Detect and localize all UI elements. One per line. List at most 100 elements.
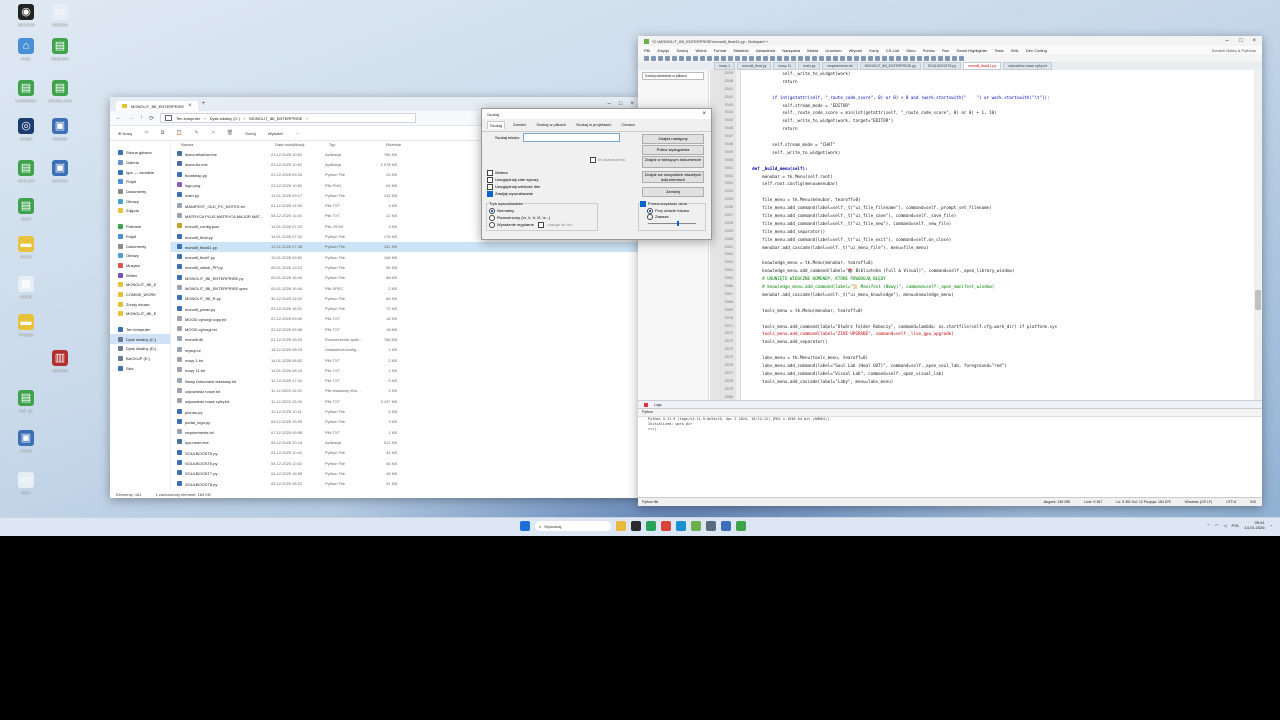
browser-icon[interactable] bbox=[646, 521, 656, 531]
search-mode-option[interactable]: Normalny bbox=[489, 208, 514, 214]
npp-menu-item[interactable]: Format bbox=[714, 48, 727, 53]
scroll-thumb[interactable] bbox=[1255, 290, 1261, 310]
file-row[interactable]: SOULBOOST5.py 04.12.2025 10:41 Python File… bbox=[171, 448, 640, 458]
toolbar-button-icon[interactable] bbox=[728, 55, 733, 61]
toolbar-button-icon[interactable] bbox=[910, 55, 915, 61]
code-editor[interactable]: self._write_to_widget(work) return if in… bbox=[742, 70, 1254, 400]
file-row[interactable]: monolit.dll 21.12.2025 18:20 Rozszerzenie … bbox=[171, 334, 640, 344]
file-row[interactable]: MONOLIT_IBI_R.py 30.12.2025 11:03 Python F… bbox=[171, 293, 640, 303]
file-row[interactable]: monolit_widok_PP.py 05.01.2026 13:12 Pytho… bbox=[171, 262, 640, 272]
minimize-icon[interactable]: – bbox=[1226, 38, 1229, 44]
npp-menu-item[interactable]: Edycja bbox=[657, 48, 669, 53]
npp-file-tab[interactable]: main.py bbox=[798, 62, 821, 70]
notifications-icon[interactable]: ◔ bbox=[1270, 523, 1272, 528]
toolbar-button-icon[interactable] bbox=[854, 55, 859, 61]
toolbar-button-icon[interactable] bbox=[672, 55, 677, 61]
in-selection-option[interactable]: W zaznaczeniu bbox=[590, 157, 625, 163]
toolbar-button-icon[interactable] bbox=[791, 55, 796, 61]
file-row[interactable]: SOULBOOST7.py 04.12.2025 16:55 Python File… bbox=[171, 468, 640, 478]
npp-file-tab[interactable]: SOULBOOST8.py bbox=[922, 62, 962, 70]
up-arrow-icon[interactable]: ↑ bbox=[140, 115, 143, 121]
dialog-button[interactable]: Zamknij bbox=[642, 187, 704, 197]
nav-item[interactable]: MONOLIT_IBI_E bbox=[110, 280, 170, 290]
toolbar-button-icon[interactable] bbox=[938, 55, 943, 61]
dialog-button[interactable]: Znajdź we wszystkich otwartych dokumenta… bbox=[642, 171, 704, 183]
breadcrumb-folder[interactable]: MONOLIT_IBI_ENTERPRISE bbox=[249, 116, 302, 121]
transparency-title[interactable]: Przezroczystość okna bbox=[640, 201, 687, 207]
desktop-icon[interactable]: ▭ Szkic bbox=[6, 472, 46, 495]
nav-item[interactable]: Dysk lokalny (C:) bbox=[110, 334, 170, 345]
nav-item[interactable]: Wideo bbox=[110, 270, 170, 280]
toolbar-button-icon[interactable] bbox=[763, 55, 768, 61]
toolbar-button-icon[interactable] bbox=[875, 55, 880, 61]
toolbar-button-icon[interactable] bbox=[847, 55, 852, 61]
toolbar-button-icon[interactable] bbox=[840, 55, 845, 61]
file-row[interactable]: portal_logo.py 09.12.2025 15:33 Python Fil… bbox=[171, 417, 640, 427]
nav-item[interactable]: BACKUP (E:) bbox=[110, 354, 170, 364]
breadcrumb-this-pc[interactable]: Ten komputer bbox=[176, 116, 200, 121]
calc-icon[interactable] bbox=[736, 521, 746, 531]
nav-item[interactable]: COMMS_WORK bbox=[110, 290, 170, 300]
nav-item[interactable]: Dokumenty bbox=[110, 241, 170, 251]
toolbar-button-icon[interactable] bbox=[826, 55, 831, 61]
file-row[interactable]: requirements.txt 07.12.2025 09:08 Plik TXT… bbox=[171, 427, 640, 437]
maximize-icon[interactable]: □ bbox=[1239, 38, 1243, 44]
npp-menu-item[interactable]: Plik bbox=[644, 48, 650, 53]
nav-item[interactable]: MONOLIT_IBI_E bbox=[110, 309, 170, 319]
desktop-icon[interactable]: ▦ Konfig bbox=[6, 276, 46, 299]
search-mode-option[interactable]: Wyrażenie regularne bbox=[489, 222, 534, 228]
desktop-icon[interactable]: ▬ Folder bbox=[6, 236, 46, 259]
toolbar-button-icon[interactable] bbox=[896, 55, 901, 61]
dialog-button[interactable]: Znajdź w bieżącym dokumencie bbox=[642, 156, 704, 168]
toolbar-button-icon[interactable] bbox=[665, 55, 670, 61]
new-tab-icon[interactable]: + bbox=[202, 101, 206, 107]
nav-item[interactable]: Obrazy bbox=[110, 251, 170, 261]
npp-file-tab[interactable]: MONOLIT_IBI_ENTERPRISE.py bbox=[859, 62, 921, 70]
maximize-icon[interactable]: □ bbox=[619, 101, 623, 107]
toolbar-button-icon[interactable] bbox=[693, 55, 698, 61]
file-row[interactable]: sys-racer.exe 05.12.2025 20:14 Aplikacja 51… bbox=[171, 437, 640, 447]
toolbar-button-icon[interactable] bbox=[700, 55, 705, 61]
toolbar-button-icon[interactable] bbox=[924, 55, 929, 61]
address-bar[interactable]: Ten komputer › Dysk lokalny (C:) › MONOL… bbox=[160, 113, 417, 123]
column-size[interactable]: Rozmiar bbox=[375, 142, 401, 147]
toolbar-button-icon[interactable] bbox=[707, 55, 712, 61]
toolbar-button-icon[interactable] bbox=[952, 55, 957, 61]
file-row[interactable]: nowy 1.txt 14.01.2026 08:02 Plik TXT 2 KB bbox=[171, 355, 640, 365]
file-row[interactable]: SOULBOOST8.py 05.12.2025 08:21 Python File… bbox=[171, 479, 640, 489]
nav-item[interactable]: Obrazy bbox=[110, 196, 170, 206]
explorer-tab[interactable]: MONOLIT_IBI_ENTERPRISE × bbox=[116, 101, 198, 111]
toolbar-button-icon[interactable] bbox=[658, 55, 663, 61]
npp-file-tab[interactable]: odpowiedz nowe cyfry.txt bbox=[1003, 62, 1052, 70]
dialog-tab[interactable]: Szukaj w projektach bbox=[574, 121, 614, 129]
npp-file-tab[interactable]: monolit_final11.py bbox=[963, 62, 1002, 70]
toolbar-button-icon[interactable] bbox=[749, 55, 754, 61]
slider-thumb[interactable] bbox=[677, 221, 679, 226]
toolbar-button-icon[interactable] bbox=[882, 55, 887, 61]
file-row[interactable]: Nowy Dokument tekstowy.txt 12.12.2025 17:… bbox=[171, 376, 640, 386]
npp-file-tab[interactable]: requirements.txt bbox=[822, 62, 858, 70]
file-row[interactable]: monolit_panel.py 29.12.2025 16:21 Python F… bbox=[171, 303, 640, 313]
toolbar-button-icon[interactable] bbox=[945, 55, 950, 61]
npp-menu-item[interactable]: Okno bbox=[906, 48, 916, 53]
npp-file-tab[interactable]: monolit_final.py bbox=[737, 62, 772, 70]
nav-item[interactable]: Zdjęcia bbox=[110, 206, 170, 216]
search-option[interactable]: Uwzględniaj całe wyrazy bbox=[487, 177, 539, 183]
desktop-icon[interactable]: ▤ chrome_mod bbox=[40, 80, 80, 103]
toolbar-button-icon[interactable] bbox=[714, 55, 719, 61]
taskbar-search[interactable]: ⌕ Wyszukaj bbox=[535, 521, 611, 531]
npp-menu-item[interactable]: Smart Highlighter bbox=[956, 48, 987, 53]
npp-menu-item[interactable]: Ustawienia bbox=[756, 48, 776, 53]
dialog-button[interactable]: Policz wystąpienia bbox=[642, 145, 704, 155]
toolbar-button-icon[interactable] bbox=[917, 55, 922, 61]
delete-icon[interactable]: 🗑 bbox=[227, 130, 233, 136]
toolbar-button-icon[interactable] bbox=[784, 55, 789, 61]
npp-menu-item[interactable]: Narzędzia bbox=[782, 48, 800, 53]
npp-menu-item[interactable]: Makra bbox=[807, 48, 818, 53]
new-button[interactable]: ⊕ Nowy bbox=[118, 131, 132, 136]
language-indicator[interactable]: POL bbox=[1232, 523, 1240, 528]
store-icon[interactable] bbox=[706, 521, 716, 531]
file-explorer-icon[interactable] bbox=[616, 521, 626, 531]
nav-item[interactable]: Ten komputer bbox=[110, 325, 170, 335]
file-row[interactable]: MONOLIT_IBI_ENTERPRISE.py 03.01.2026 15:4… bbox=[171, 273, 640, 283]
